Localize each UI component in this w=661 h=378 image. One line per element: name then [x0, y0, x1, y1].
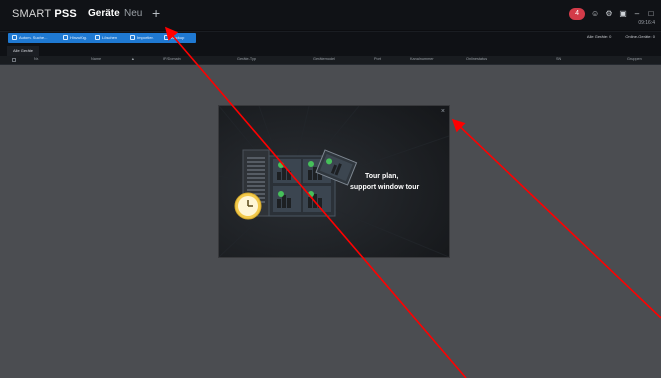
- add-button-label: Hinzufüg.: [70, 35, 87, 40]
- tab-geraete-label: Geräte: [88, 8, 120, 19]
- trash-icon: [95, 35, 100, 41]
- header-device-model[interactable]: Gerätemodel: [313, 57, 335, 61]
- status-badge-count: 4: [575, 10, 579, 17]
- minimize-icon[interactable]: –: [633, 10, 641, 18]
- feature-popup: × Tour plan, support window tour: [219, 106, 449, 257]
- all-devices-label: Alle Geräte:: [586, 34, 609, 39]
- clock-icon: [234, 192, 262, 220]
- all-devices-value: 0: [609, 34, 612, 39]
- clock: 09:16:4: [638, 20, 655, 26]
- tab-all-devices-label: Alle Geräte: [13, 48, 34, 53]
- popup-background: [219, 106, 449, 257]
- header-online-status[interactable]: Onlinestatus: [466, 57, 487, 61]
- add-tab-label: +: [152, 5, 161, 21]
- shield-icon[interactable]: ▣: [619, 10, 627, 18]
- tab-neu[interactable]: Neu: [124, 8, 142, 19]
- sort-icon[interactable]: ▲: [131, 57, 135, 61]
- popup-title-line2: support window tour: [350, 184, 420, 191]
- delete-button-label: Löschen: [102, 35, 118, 40]
- app-window: SMART PSS Geräte Neu + 4 ☺ ⚙ ▣ – □ 09:16…: [0, 0, 661, 378]
- online-devices-count: Online-Geräte: 0: [625, 34, 655, 39]
- status-badge[interactable]: 4: [569, 8, 585, 20]
- gear-icon[interactable]: ⚙: [605, 10, 613, 18]
- logo-bold: PSS: [54, 8, 77, 20]
- add-tab-button[interactable]: +: [152, 5, 160, 21]
- auto-search-button[interactable]: Autom. Suche...: [8, 33, 63, 43]
- tab-neu-label: Neu: [124, 8, 143, 19]
- title-bar: SMART PSS Geräte Neu + 4 ☺ ⚙ ▣ – □ 09:16…: [0, 0, 661, 31]
- header-ip-domain[interactable]: IP/Domain: [163, 57, 181, 61]
- tab-geraete[interactable]: Geräte: [88, 8, 120, 19]
- header-sn[interactable]: SN: [556, 57, 561, 61]
- header-device-type[interactable]: Geräte-Typ: [237, 57, 256, 61]
- header-name[interactable]: Name: [91, 57, 101, 61]
- delete-button[interactable]: Löschen: [91, 33, 131, 43]
- backup-button[interactable]: Backup: [160, 33, 196, 43]
- user-icon[interactable]: ☺: [591, 10, 599, 18]
- app-logo: SMART PSS: [12, 8, 77, 20]
- auto-search-label: Autom. Suche...: [19, 35, 48, 40]
- online-devices-value: 0: [652, 34, 655, 39]
- all-devices-count: Alle Geräte: 0: [587, 34, 611, 39]
- header-channels[interactable]: Kanalnummer: [410, 57, 434, 61]
- window-controls: 4 ☺ ⚙ ▣ – □: [569, 8, 655, 20]
- popup-title-line1: Tour plan,: [365, 173, 399, 180]
- logo-prefix: SMART: [12, 8, 55, 20]
- plus-icon: [63, 35, 68, 41]
- online-devices-label: Online-Geräte:: [625, 34, 652, 39]
- import-icon: [130, 35, 135, 41]
- close-icon[interactable]: ×: [441, 108, 445, 115]
- header-groups[interactable]: Gruppen: [627, 57, 642, 61]
- header-port[interactable]: Port: [374, 57, 381, 61]
- backup-button-label: Backup: [171, 35, 185, 40]
- backup-icon: [164, 35, 169, 41]
- add-button[interactable]: Hinzufüg.: [59, 33, 95, 43]
- select-all-checkbox[interactable]: [12, 58, 16, 62]
- maximize-icon[interactable]: □: [647, 10, 655, 18]
- search-icon: [12, 35, 17, 41]
- import-button-label: Importier.: [137, 35, 154, 40]
- device-counts: Alle Geräte: 0 Online-Geräte: 0: [587, 34, 655, 39]
- device-toolbar: Autom. Suche... Hinzufüg. Löschen Import…: [0, 31, 661, 44]
- device-table-header: Nr. Name ▲ IP/Domain Geräte-Typ Gerätemo…: [0, 56, 661, 65]
- header-nr[interactable]: Nr.: [34, 57, 39, 61]
